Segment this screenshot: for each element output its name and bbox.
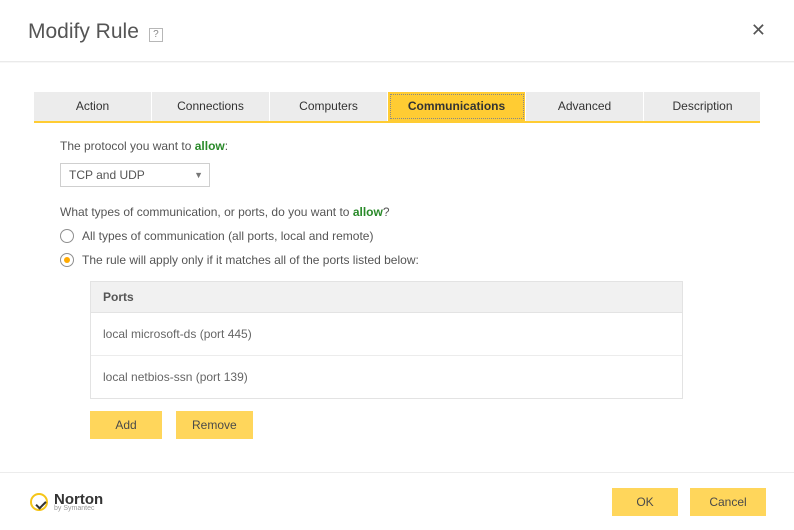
radio-icon: [60, 229, 74, 243]
tab-advanced[interactable]: Advanced: [526, 92, 644, 121]
ports-column-header: Ports: [91, 282, 682, 313]
protocol-label-post: :: [225, 139, 228, 153]
modify-rule-dialog: Modify Rule ? ✕ Action Connections Compu…: [0, 0, 794, 530]
ok-button[interactable]: OK: [612, 488, 678, 516]
radio-match-ports[interactable]: The rule will apply only if it matches a…: [60, 253, 734, 267]
protocol-label-pre: The protocol you want to: [60, 139, 195, 153]
checkmark-icon: [30, 493, 48, 511]
ports-row[interactable]: local microsoft-ds (port 445): [91, 313, 682, 356]
tab-computers[interactable]: Computers: [270, 92, 388, 121]
cancel-button[interactable]: Cancel: [690, 488, 766, 516]
close-button[interactable]: ✕: [747, 20, 770, 41]
radio-icon-checked: [60, 253, 74, 267]
chevron-down-icon: ▼: [194, 170, 203, 180]
tab-description[interactable]: Description: [644, 92, 762, 121]
radio-all-ports[interactable]: All types of communication (all ports, l…: [60, 229, 734, 243]
radio-match-label: The rule will apply only if it matches a…: [82, 253, 419, 267]
communications-panel: The protocol you want to allow: TCP and …: [34, 123, 760, 439]
dialog-footer: Norton by Symantec OK Cancel: [0, 472, 794, 530]
tab-communications[interactable]: Communications: [388, 92, 526, 121]
ports-table: Ports local microsoft-ds (port 445) loca…: [90, 281, 683, 399]
brand-text: Norton by Symantec: [54, 492, 103, 512]
brand-subtitle: by Symantec: [54, 505, 103, 512]
remove-button[interactable]: Remove: [176, 411, 253, 439]
dialog-title: Modify Rule ?: [28, 20, 163, 44]
title-bar: Modify Rule ? ✕: [0, 0, 794, 62]
brand-logo: Norton by Symantec: [30, 492, 103, 512]
ports-buttons: Add Remove: [90, 411, 734, 439]
ports-row[interactable]: local netbios-ssn (port 139): [91, 356, 682, 398]
dialog-title-text: Modify Rule: [28, 20, 139, 44]
tab-action[interactable]: Action: [34, 92, 152, 121]
ports-question-post: ?: [383, 205, 390, 219]
footer-buttons: OK Cancel: [612, 488, 766, 516]
content-area: Action Connections Computers Communicati…: [0, 62, 794, 472]
ports-question: What types of communication, or ports, d…: [60, 205, 734, 219]
ports-question-pre: What types of communication, or ports, d…: [60, 205, 353, 219]
protocol-allow-word: allow: [195, 139, 225, 153]
radio-all-label: All types of communication (all ports, l…: [82, 229, 373, 243]
add-button[interactable]: Add: [90, 411, 162, 439]
tab-connections[interactable]: Connections: [152, 92, 270, 121]
protocol-select-value: TCP and UDP: [69, 168, 145, 182]
help-icon[interactable]: ?: [149, 28, 163, 42]
ports-allow-word: allow: [353, 205, 383, 219]
tab-strip: Action Connections Computers Communicati…: [34, 92, 760, 123]
protocol-label: The protocol you want to allow:: [60, 139, 734, 153]
protocol-select[interactable]: TCP and UDP ▼: [60, 163, 210, 187]
